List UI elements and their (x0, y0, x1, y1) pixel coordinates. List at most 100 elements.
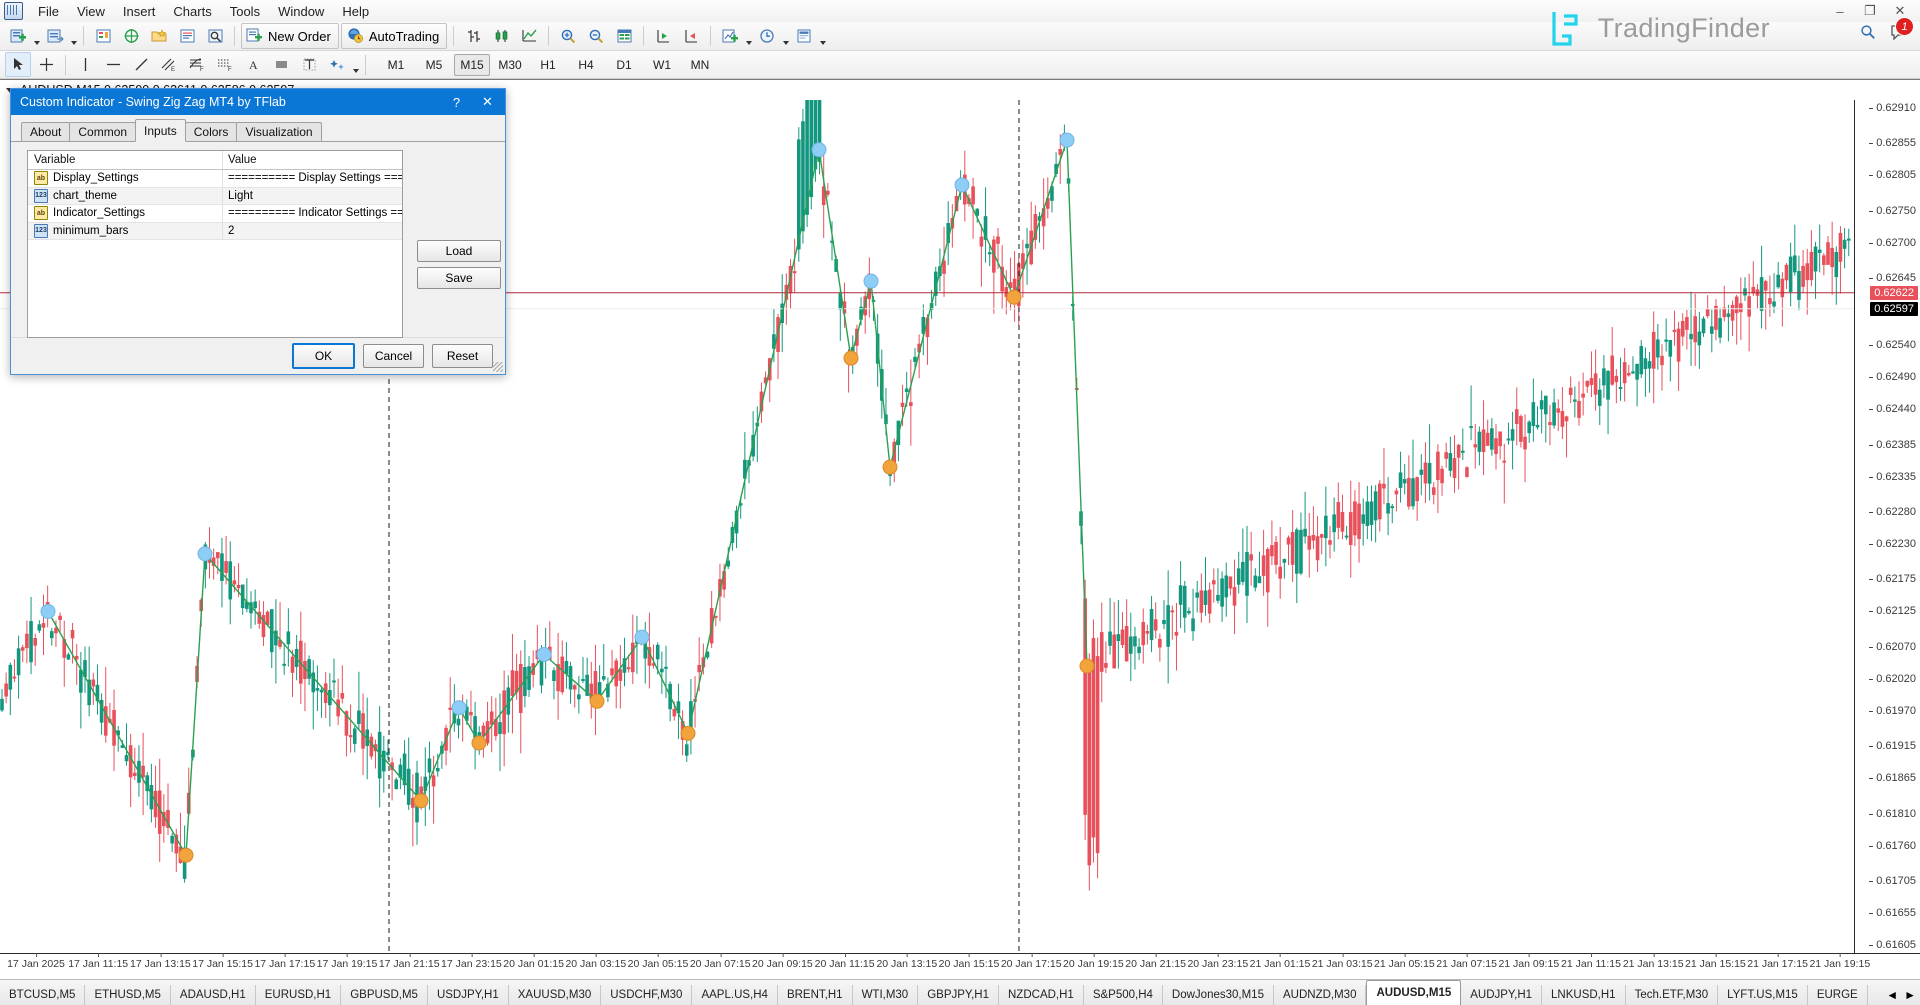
symbol-tab[interactable]: USDJPY,H1 (428, 985, 509, 1005)
vertical-line-icon[interactable] (72, 52, 98, 77)
fibonacci-retracement-icon[interactable]: F (184, 52, 210, 77)
scroll-left-icon[interactable]: ◄ (1886, 988, 1898, 1002)
symbol-tab[interactable]: USDCHF,M30 (601, 985, 692, 1005)
profiles-icon[interactable] (42, 24, 68, 49)
indicators-icon[interactable] (717, 24, 743, 49)
symbol-tab[interactable]: Tech.ETF,M30 (1626, 985, 1719, 1005)
symbol-tab[interactable]: LNKUSD,H1 (1542, 985, 1626, 1005)
symbol-tab[interactable]: GBPJPY,H1 (918, 985, 999, 1005)
symbol-tab[interactable]: LYFT.US,M15 (1718, 985, 1808, 1005)
search-icon[interactable] (1860, 24, 1876, 43)
fibonacci-fan-icon[interactable]: F (212, 52, 238, 77)
parameter-value[interactable]: ========== Indicator Settings ========== (223, 207, 402, 219)
symbol-tab[interactable]: XAUUSD,M30 (509, 985, 602, 1005)
profiles-dropdown-icon[interactable] (69, 22, 78, 51)
symbol-tab[interactable]: EURUSD,H1 (256, 985, 341, 1005)
symbol-tab[interactable]: EURGE (1808, 985, 1868, 1005)
zoom-out-icon[interactable] (583, 24, 609, 49)
load-button[interactable]: Load (417, 240, 501, 262)
symbol-tab[interactable]: GBPUSD,M5 (341, 985, 428, 1005)
trendline-icon[interactable] (128, 52, 154, 77)
parameter-row[interactable]: 123 minimum_bars 2 (28, 223, 402, 241)
crosshair-icon[interactable] (33, 52, 59, 77)
parameter-value[interactable]: 2 (223, 225, 402, 237)
symbol-tab[interactable]: WTI,M30 (853, 985, 919, 1005)
zoom-in-icon[interactable] (555, 24, 581, 49)
dialog-close-button[interactable]: ✕ (472, 89, 503, 115)
symbol-tab[interactable]: AUDNZD,M30 (1274, 985, 1366, 1005)
timeframe-m15[interactable]: M15 (454, 54, 490, 76)
templates-icon[interactable] (791, 24, 817, 49)
strategy-tester-icon[interactable] (202, 24, 228, 49)
symbol-tab[interactable]: AAPL.US,H4 (692, 985, 777, 1005)
notifications-icon[interactable]: 1 (1890, 24, 1908, 43)
menu-item-file[interactable]: File (29, 1, 68, 22)
tab-inputs[interactable]: Inputs (135, 119, 186, 142)
text-box-icon[interactable] (268, 52, 294, 77)
symbol-tab[interactable]: BRENT,H1 (778, 985, 853, 1005)
shift-end-icon[interactable] (650, 24, 676, 49)
timeframe-h4[interactable]: H4 (568, 54, 604, 76)
price-scale[interactable]: 0.629100.628550.628050.627500.627000.626… (1854, 100, 1920, 953)
horizontal-line-icon[interactable] (100, 52, 126, 77)
symbol-tab[interactable]: S&P500,H4 (1084, 985, 1163, 1005)
menu-item-window[interactable]: Window (269, 1, 333, 22)
new-chart-dropdown-icon[interactable] (32, 22, 41, 51)
new-order-button[interactable]: New Order (241, 23, 339, 49)
dialog-help-button[interactable]: ? (441, 89, 472, 115)
custom-indicator-dialog[interactable]: Custom Indicator - Swing Zig Zag MT4 by … (10, 88, 506, 375)
menu-item-charts[interactable]: Charts (164, 1, 220, 22)
symbol-tab[interactable]: AUDUSD,M15 (1366, 980, 1461, 1005)
parameter-row[interactable]: ab Display_Settings ========== Display S… (28, 170, 402, 188)
line-chart-icon[interactable] (516, 24, 542, 49)
save-button[interactable]: Save (417, 267, 501, 289)
parameter-value[interactable]: ========== Display Settings ========== (223, 172, 402, 184)
symbol-tab[interactable]: AUDJPY,H1 (1461, 985, 1542, 1005)
shapes-dropdown-icon[interactable] (351, 50, 360, 79)
terminal-icon[interactable] (174, 24, 200, 49)
menu-item-view[interactable]: View (68, 1, 114, 22)
symbol-tab[interactable]: NZDCAD,H1 (999, 985, 1084, 1005)
menu-item-help[interactable]: Help (333, 1, 378, 22)
timeframe-h1[interactable]: H1 (530, 54, 566, 76)
periods-dropdown-icon[interactable] (781, 22, 790, 51)
symbol-tab[interactable]: ETHUSD,M5 (85, 985, 170, 1005)
indicators-dropdown-icon[interactable] (744, 22, 753, 51)
parameter-value[interactable]: Light (223, 190, 402, 202)
shapes-icon[interactable] (324, 52, 350, 77)
templates-dropdown-icon[interactable] (818, 22, 827, 51)
bar-chart-icon[interactable] (460, 24, 486, 49)
timeframe-mn[interactable]: MN (682, 54, 718, 76)
equidistant-channel-icon[interactable]: E (156, 52, 182, 77)
grid-icon[interactable] (611, 24, 637, 49)
candlestick-chart-icon[interactable] (488, 24, 514, 49)
data-window-icon[interactable] (118, 24, 144, 49)
timeframe-m1[interactable]: M1 (378, 54, 414, 76)
periods-icon[interactable] (754, 24, 780, 49)
timeframe-w1[interactable]: W1 (644, 54, 680, 76)
timeframe-d1[interactable]: D1 (606, 54, 642, 76)
inputs-parameter-grid[interactable]: Variable Value ab Display_Settings =====… (27, 150, 403, 338)
timeframe-m30[interactable]: M30 (492, 54, 528, 76)
dialog-resize-grip[interactable] (493, 362, 503, 372)
text-icon[interactable]: A (240, 52, 266, 77)
parameter-row[interactable]: ab Indicator_Settings ========== Indicat… (28, 205, 402, 223)
ok-button[interactable]: OK (292, 343, 355, 369)
label-icon[interactable] (296, 52, 322, 77)
market-watch-icon[interactable] (90, 24, 116, 49)
tab-common[interactable]: Common (69, 122, 136, 141)
cursor-icon[interactable] (5, 52, 31, 77)
minimize-button[interactable]: – (1826, 2, 1854, 20)
navigator-icon[interactable] (146, 24, 172, 49)
maximize-button[interactable]: ❐ (1856, 2, 1884, 20)
timeframe-m5[interactable]: M5 (416, 54, 452, 76)
menu-item-tools[interactable]: Tools (221, 1, 269, 22)
tab-visualization[interactable]: Visualization (236, 122, 321, 141)
symbol-tab[interactable]: DowJones30,M15 (1163, 985, 1274, 1005)
time-scale[interactable]: 17 Jan 202517 Jan 11:1517 Jan 13:1517 Ja… (0, 953, 1920, 976)
tab-about[interactable]: About (21, 122, 70, 141)
autotrading-button[interactable]: AutoTrading (341, 23, 447, 49)
symbol-tab[interactable]: ADAUSD,H1 (171, 985, 256, 1005)
scroll-right-icon[interactable]: ► (1904, 988, 1916, 1002)
dialog-title-bar[interactable]: Custom Indicator - Swing Zig Zag MT4 by … (11, 89, 505, 115)
